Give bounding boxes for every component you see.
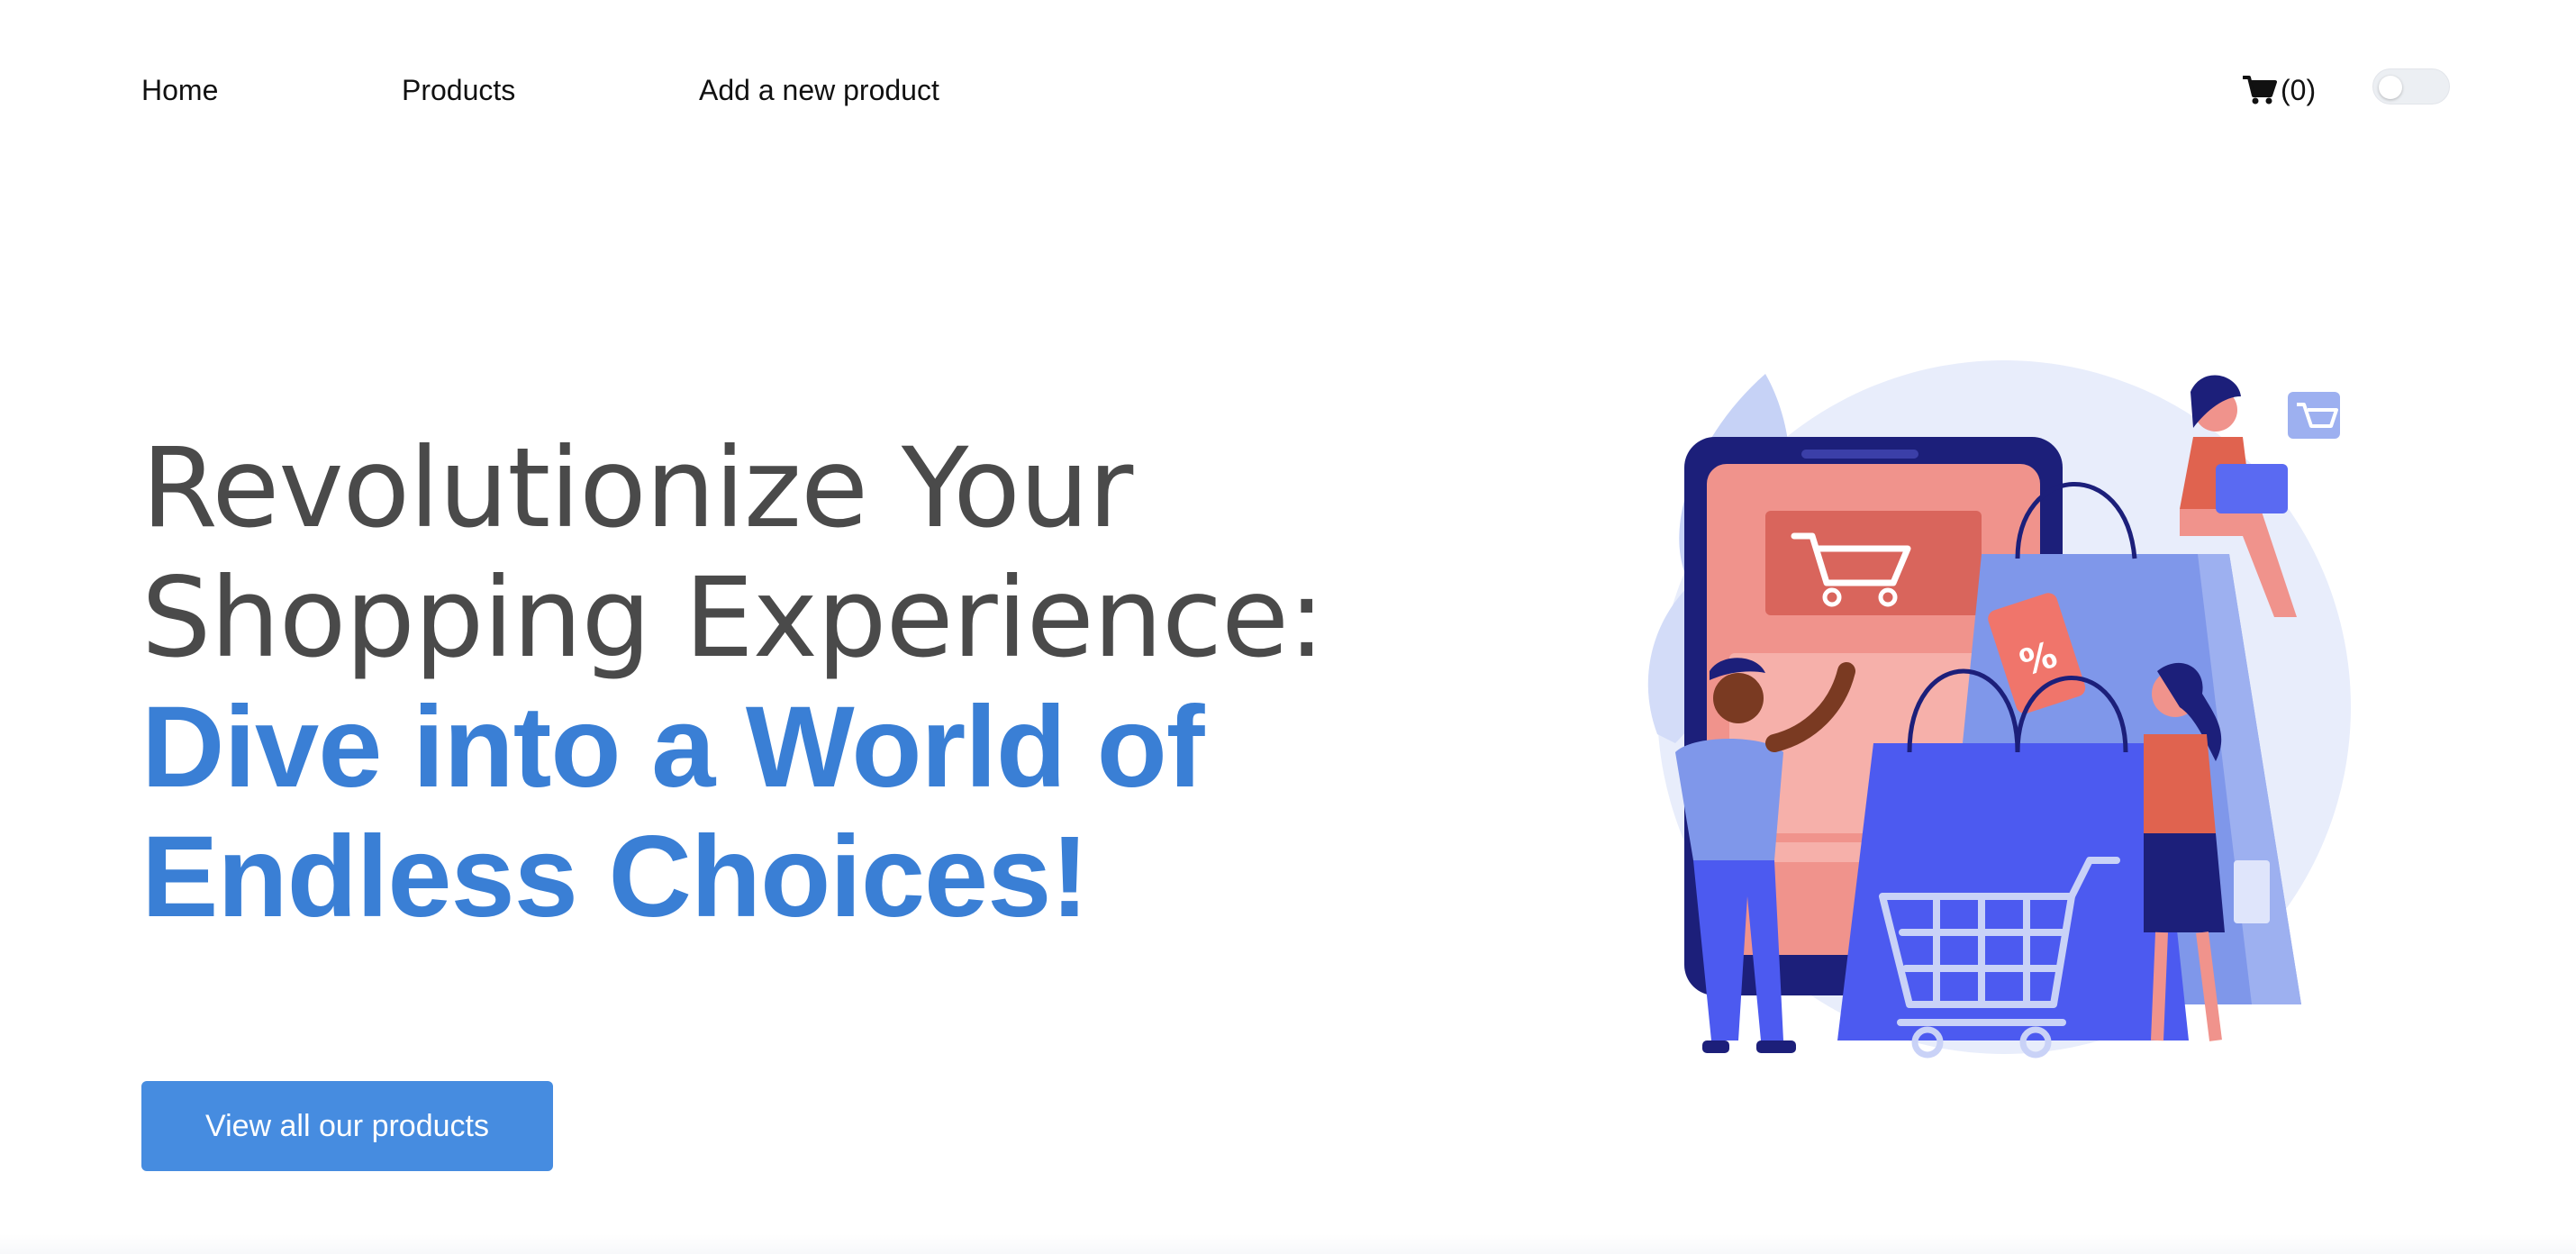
theme-toggle[interactable] (2372, 68, 2450, 104)
nav-products-link[interactable]: Products (402, 72, 515, 108)
nav-home-link[interactable]: Home (141, 72, 218, 108)
cart-icon (2243, 75, 2277, 105)
cart-button[interactable]: (0) (2243, 70, 2316, 110)
nav-add-product-link[interactable]: Add a new product (699, 72, 939, 108)
hero-line-3: Dive into a World of (141, 683, 1204, 812)
section-divider (0, 1234, 2576, 1254)
cart-count: (0) (2281, 74, 2317, 106)
hero-line-2: Shopping Experience: (141, 554, 1325, 682)
toggle-knob (2379, 76, 2402, 99)
hero-heading: Revolutionize Your Shopping Experience: … (141, 423, 1402, 942)
view-all-products-button[interactable]: View all our products (141, 1081, 553, 1171)
shopping-illustration: % (1639, 356, 2360, 1077)
top-navigation: Home Products Add a new product (0) (0, 0, 2576, 180)
hero-line-4: Endless Choices! (141, 813, 1089, 941)
hero-line-1: Revolutionize Your (141, 424, 1133, 552)
